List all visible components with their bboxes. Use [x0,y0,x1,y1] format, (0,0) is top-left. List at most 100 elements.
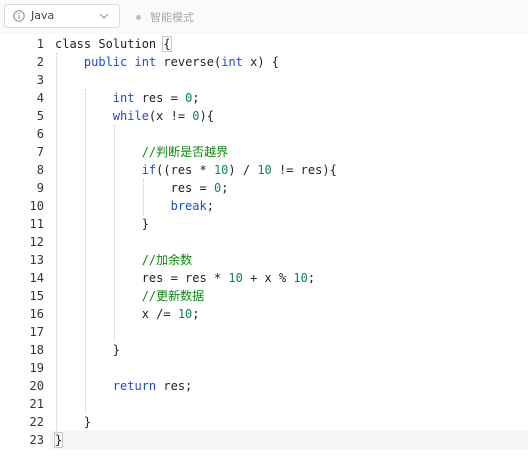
line-number: 8 [36,163,44,177]
code-line[interactable]: int res = 0; [55,89,200,107]
code-token: x /= [55,307,178,321]
code-line[interactable]: while(x != 0){ [55,107,214,125]
code-token: (x != [148,109,193,123]
code-token: } [55,343,121,357]
code-line[interactable]: //加余数 [55,251,192,269]
code-keyword: int [134,55,157,69]
line-number: 5 [36,109,44,123]
code-token: ; [221,181,229,195]
code-token: reverse( [156,55,222,69]
line-number: 18 [29,343,44,357]
matched-bracket: } [53,432,64,448]
code-token: ){ [199,109,214,123]
code-comment: //判断是否越界 [141,145,229,159]
smart-mode-toggle[interactable]: 智能模式 [136,9,194,25]
status-dot-icon [136,14,141,20]
line-number: 7 [36,145,44,159]
line-number: 14 [29,271,44,285]
line-number: 15 [29,289,44,303]
code-line[interactable]: x /= 10; [55,305,200,323]
line-number: 16 [29,307,44,321]
code-token: res = res * [55,271,229,285]
code-token: res = [55,181,214,195]
code-token: + x % [242,271,294,285]
code-token: } [55,415,92,429]
code-keyword: break [170,199,207,213]
code-line[interactable]: res = res * 10 + x % 10; [55,269,315,287]
code-token: class Solution [55,37,164,51]
line-number: 17 [29,325,44,339]
code-token: != res){ [271,163,337,177]
code-keyword: while [112,109,149,123]
code-number: 10 [213,163,229,177]
code-keyword: int [221,55,243,69]
code-number: 0 [192,109,200,123]
code-line[interactable]: } [53,431,64,449]
matched-bracket: { [162,36,172,52]
code-line[interactable]: } [55,215,149,233]
line-number: 10 [29,199,44,213]
code-editor[interactable]: 1 class Solution {2 public int reverse(in… [0,35,528,457]
line-number: 23 [29,433,44,447]
code-line[interactable]: if((res * 10) / 10 != res){ [55,161,337,179]
line-number: 4 [36,91,44,105]
code-keyword: public [83,55,128,69]
code-comment: //更新数据 [141,289,205,303]
code-token: res; [156,379,193,393]
code-keyword: if [141,163,157,177]
smart-mode-label: 智能模式 [150,11,194,24]
code-token: ) / [228,163,258,177]
code-token: res = [134,91,186,105]
line-number: 22 [29,415,44,429]
code-line[interactable]: class Solution { [55,35,172,53]
editor-toolbar: Java 智能模式 [0,0,528,34]
code-keyword: return [112,379,157,393]
code-line[interactable]: } [55,341,120,359]
language-label: Java [31,9,55,22]
line-number: 3 [36,73,44,87]
chevron-down-icon [99,13,109,19]
code-comment: //加余数 [141,253,193,267]
code-line[interactable]: } [55,413,91,431]
line-number: 6 [36,127,44,141]
code-line[interactable]: //判断是否越界 [55,143,228,161]
code-number: 10 [177,307,193,321]
code-line[interactable]: public int reverse(int x) { [55,53,279,71]
line-number: 11 [29,217,44,231]
code-token: } [55,217,149,231]
code-line[interactable]: return res; [55,377,192,395]
code-line[interactable]: //更新数据 [55,287,204,305]
active-line-highlight [50,431,528,449]
info-icon [13,10,25,22]
code-number: 10 [228,271,243,285]
line-number: 12 [29,235,44,249]
code-number: 10 [293,271,308,285]
code-token: ; [192,91,200,105]
language-select[interactable]: Java [4,4,120,28]
line-number: 19 [29,361,44,375]
line-number: 20 [29,379,44,393]
code-token: ; [206,199,214,213]
line-number: 2 [36,55,44,69]
code-line[interactable]: break; [55,197,214,215]
code-token: ; [192,307,200,321]
line-number: 21 [29,397,44,411]
code-token: x) { [242,55,280,69]
code-token: ; [307,271,316,285]
code-token: ((res * [156,163,214,177]
line-number: 13 [29,253,44,267]
code-line[interactable]: res = 0; [55,179,229,197]
code-number: 10 [257,163,272,177]
line-number: 1 [36,37,44,51]
code-keyword: int [112,91,135,105]
